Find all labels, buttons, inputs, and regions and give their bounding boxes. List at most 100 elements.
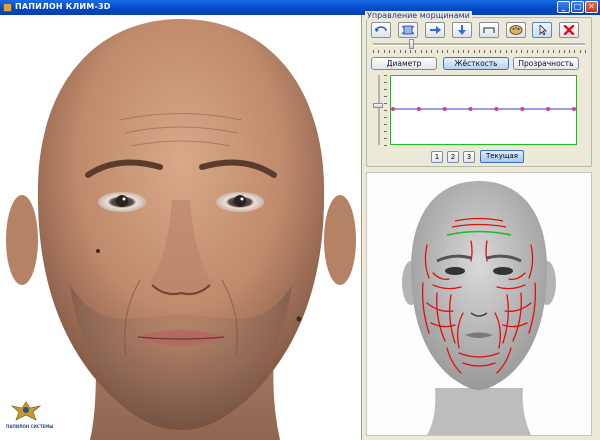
- slider-tick: [510, 50, 512, 53]
- slider-tick: [447, 50, 449, 53]
- delete-icon: [563, 25, 575, 35]
- arrow-down-button[interactable]: [452, 22, 472, 38]
- papilon-logo: ПАПИЛОН СИСТЕМЫ: [6, 398, 54, 436]
- curve-control-point[interactable]: [416, 107, 421, 111]
- slider-tick: [500, 50, 502, 53]
- vertical-slider-tick: [384, 145, 387, 146]
- cursor-button[interactable]: [532, 22, 552, 38]
- vertical-slider-thumb[interactable]: [373, 103, 383, 108]
- bracket-icon: [483, 27, 495, 33]
- curve-control-point[interactable]: [546, 107, 551, 111]
- slider-tick: [479, 50, 480, 53]
- palette-button[interactable]: [506, 22, 526, 38]
- slider-tick: [468, 50, 470, 53]
- bracket-button[interactable]: [479, 22, 499, 38]
- minimize-button[interactable]: _: [557, 1, 570, 13]
- maximize-button[interactable]: □: [571, 1, 584, 13]
- slider-tick: [537, 50, 539, 53]
- slider-tick: [558, 50, 560, 53]
- slider-tick: [563, 50, 565, 53]
- slider-tick: [585, 50, 586, 53]
- slider-tick: [426, 50, 427, 53]
- slider-tick: [505, 50, 507, 53]
- preset-1-button[interactable]: 1: [431, 151, 443, 163]
- logo-text: ПАПИЛОН СИСТЕМЫ: [6, 424, 54, 429]
- preset-2-button[interactable]: 2: [447, 151, 459, 163]
- slider-tick: [410, 50, 412, 53]
- slider-tick: [394, 50, 396, 53]
- curve-editor[interactable]: [390, 75, 577, 145]
- curve-control-point[interactable]: [442, 107, 447, 111]
- slider-tick: [373, 50, 374, 53]
- slider-tick: [452, 50, 454, 53]
- vertical-slider-tick: [384, 103, 387, 104]
- vertical-slider-tick: [384, 110, 387, 111]
- face-3d-viewport[interactable]: [0, 15, 362, 440]
- curve-control-point[interactable]: [468, 107, 473, 111]
- face-3d-render: [6, 19, 356, 440]
- app-icon: [3, 3, 12, 12]
- title-bar[interactable]: ПАПИЛОН КЛИМ-3D _ □ ✕: [0, 0, 600, 15]
- slider-tick: [378, 50, 380, 53]
- slider-tick: [473, 50, 475, 53]
- group-title: Управление морщинами: [365, 11, 472, 20]
- arrow-down-icon: [458, 25, 466, 35]
- curve-control-point[interactable]: [520, 107, 525, 111]
- wrinkle-map-sketch: [402, 181, 556, 435]
- current-preset-button[interactable]: Текущая: [480, 150, 524, 163]
- window-title: ПАПИЛОН КЛИМ-3D: [15, 2, 111, 11]
- slider-tick: [569, 50, 571, 53]
- slider-tick: [553, 50, 555, 53]
- slider-tick: [415, 50, 417, 53]
- delete-button[interactable]: [559, 22, 579, 38]
- vertical-slider-track[interactable]: [378, 75, 380, 145]
- slider-ticks: [373, 50, 586, 53]
- curve-graph: [391, 107, 576, 111]
- slider-tick: [436, 50, 438, 53]
- preset-3-button[interactable]: 3: [463, 151, 475, 163]
- palette-icon: [509, 25, 523, 35]
- slider-tick: [526, 50, 528, 53]
- arrow-right-button[interactable]: [425, 22, 445, 38]
- vertical-slider-tick: [384, 82, 387, 83]
- slider-tick: [399, 50, 401, 53]
- vertical-slider-tick: [384, 96, 387, 97]
- slider-tick: [574, 50, 576, 53]
- slider-tick: [388, 50, 390, 53]
- tab-stiffness[interactable]: Жёсткость: [443, 57, 509, 70]
- vertical-slider-tick: [384, 89, 387, 90]
- curve-control-point[interactable]: [391, 107, 395, 111]
- vertical-slider-tick: [384, 75, 387, 76]
- vertical-slider-tick: [384, 124, 387, 125]
- slider-tick: [542, 50, 544, 53]
- slider-tick: [463, 50, 465, 53]
- tab-diameter[interactable]: Диаметр: [371, 57, 437, 70]
- rotate-button[interactable]: [371, 22, 391, 38]
- tab-transparency[interactable]: Прозрачность: [513, 57, 579, 70]
- eagle-emblem-icon: [10, 401, 42, 421]
- slider-tick: [420, 50, 422, 53]
- slider-tick: [484, 50, 486, 53]
- fit-view-icon: [401, 25, 415, 35]
- wrinkle-map-panel[interactable]: [366, 172, 592, 436]
- slider-tick: [516, 50, 518, 53]
- slider-tick: [457, 50, 459, 53]
- slider-tick: [383, 50, 385, 53]
- slider-tick: [532, 50, 533, 53]
- horizontal-slider-thumb[interactable]: [409, 39, 414, 49]
- slider-tick: [547, 50, 549, 53]
- slider-tick: [431, 50, 433, 53]
- cursor-icon: [539, 25, 547, 35]
- curve-control-point[interactable]: [572, 107, 576, 111]
- curve-control-point[interactable]: [494, 107, 499, 111]
- slider-tick: [521, 50, 523, 53]
- close-button[interactable]: ✕: [585, 1, 598, 13]
- vertical-slider-tick: [384, 117, 387, 118]
- rotate-icon: [375, 26, 387, 32]
- fit-view-button[interactable]: [398, 22, 418, 38]
- slider-tick: [579, 50, 581, 53]
- slider-tick: [494, 50, 496, 53]
- arrow-right-icon: [430, 26, 441, 34]
- slider-tick: [441, 50, 443, 53]
- horizontal-slider-track[interactable]: [373, 43, 585, 46]
